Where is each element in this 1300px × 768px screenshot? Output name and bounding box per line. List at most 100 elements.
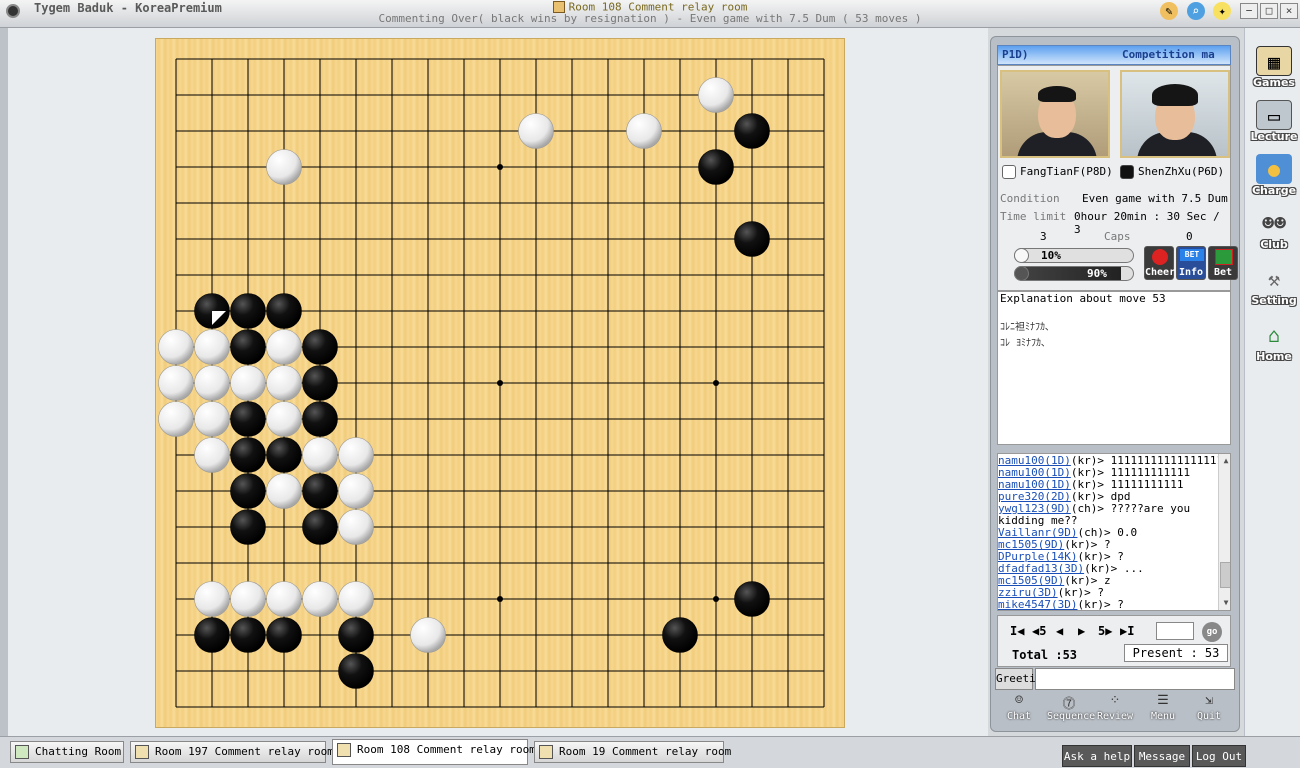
menu-book-icon: ☰ (1157, 693, 1169, 708)
quit-button[interactable]: ⇲ Quit (1187, 693, 1231, 722)
black-stone (230, 401, 266, 437)
black-stone (698, 149, 734, 185)
tab-label: Room 19 Comment relay room (559, 745, 732, 758)
white-stone (266, 329, 302, 365)
white-stone (626, 113, 662, 149)
black-stone (194, 617, 230, 653)
white-stone (698, 77, 734, 113)
review-button[interactable]: ⁘ Review (1093, 693, 1137, 722)
sequence-button[interactable]: ⓻ Sequence (1047, 693, 1095, 722)
sequence-icon: ⓻ (1062, 697, 1076, 712)
white-stone (338, 581, 374, 617)
back-five-button[interactable]: ◀5 (1032, 624, 1046, 638)
black-player-name: ShenZhXu(P6D) (1138, 165, 1225, 178)
tab-room-108[interactable]: Room 108 Comment relay room (332, 739, 536, 765)
ask-help-button[interactable]: Ask a help (1062, 745, 1132, 767)
bottom-toolbar: ☺ Chat ⓻ Sequence ⁘ Review ☰ Menu ⇲ Quit (995, 693, 1237, 727)
sidebar-item-lecture[interactable]: ▭ Lecture (1249, 100, 1299, 143)
black-stone (734, 581, 770, 617)
scroll-thumb[interactable] (1220, 562, 1230, 588)
players-box: FangTianF(P8D) ShenZhXu(P6D) Condition E… (997, 65, 1238, 291)
white-stone (266, 401, 302, 437)
black-stone-icon (1120, 165, 1134, 179)
greeting-button[interactable]: Greeting (995, 668, 1049, 690)
first-move-button[interactable]: I◀ (1010, 624, 1024, 638)
black-stone (266, 617, 302, 653)
previous-move-button[interactable]: ◀ (1056, 624, 1063, 638)
tab-chatting-room[interactable]: Chatting Room (10, 741, 124, 763)
white-stone (194, 329, 230, 365)
caps-white: 3 (1040, 230, 1047, 243)
sidebar-item-home[interactable]: ⌂ Home (1249, 320, 1299, 363)
black-stone (230, 329, 266, 365)
black-stone (734, 113, 770, 149)
chat-button[interactable]: ☺ Chat (997, 693, 1041, 722)
info-button[interactable]: BET Info (1176, 246, 1206, 280)
white-stone (158, 401, 194, 437)
tab-room-197[interactable]: Room 197 Comment relay room (130, 741, 334, 763)
tab-label: Chatting Room (35, 745, 122, 758)
caps-black: 0 (1186, 230, 1193, 243)
win-probability-controls: 10% 90% Cheer BET Info Bet (1000, 246, 1238, 286)
maximize-button[interactable]: □ (1260, 3, 1278, 19)
edit-icon[interactable]: ✎ (1160, 2, 1178, 20)
star-point (497, 380, 503, 386)
house-icon (15, 745, 29, 759)
sidebar-item-charge[interactable]: ● Charge (1249, 154, 1299, 197)
black-stone (662, 617, 698, 653)
go-button[interactable]: go (1202, 622, 1222, 642)
chat-username-link[interactable]: mike4547(3D) (998, 598, 1077, 610)
last-move-button[interactable]: ▶I (1120, 624, 1134, 638)
minimize-button[interactable]: − (1240, 3, 1258, 19)
caps-label: Caps (1104, 230, 1131, 243)
cheer-label: Cheer (1145, 267, 1176, 278)
white-stone (158, 329, 194, 365)
black-stone (266, 293, 302, 329)
chat-text: (kr)> ? (1077, 598, 1124, 611)
tab-room-19[interactable]: Room 19 Comment relay room (534, 741, 731, 763)
scroll-down-icon[interactable]: ▼ (1221, 598, 1230, 608)
black-stone (302, 509, 338, 545)
board-room-icon (135, 745, 149, 759)
black-player-photo (1120, 70, 1230, 158)
black-win-bar: 90% (1014, 266, 1134, 281)
present-move: Present : 53 (1124, 644, 1228, 662)
player-header: P1D) Competition ma (997, 45, 1231, 65)
message-button[interactable]: Message (1134, 745, 1190, 767)
logout-button[interactable]: Log Out (1192, 745, 1246, 767)
white-stone (266, 473, 302, 509)
chat-message: mike4547(3D)(kr)> ? (998, 598, 1124, 611)
black-stone (338, 653, 374, 689)
white-stone (158, 365, 194, 401)
bet-dice-icon (1215, 249, 1233, 265)
lecture-board-icon: ▭ (1256, 100, 1292, 130)
bet-button[interactable]: Bet (1208, 246, 1238, 280)
cheer-button[interactable]: Cheer (1144, 246, 1176, 280)
search-icon[interactable]: ⌕ (1186, 2, 1205, 20)
sidebar-item-club[interactable]: ☻☻ Club (1249, 208, 1299, 251)
move-number-input[interactable] (1156, 622, 1194, 640)
chat-scrollbar[interactable]: ▲ ▼ (1218, 454, 1230, 610)
menu-button[interactable]: ☰ Menu (1141, 693, 1185, 722)
white-win-bar: 10% (1014, 248, 1134, 263)
white-stone (266, 365, 302, 401)
close-button[interactable]: × (1280, 3, 1298, 19)
star-point (713, 380, 719, 386)
forward-five-button[interactable]: 5▶ (1098, 624, 1112, 638)
chat-input[interactable] (1035, 668, 1235, 690)
go-board[interactable] (155, 38, 845, 728)
white-stone (338, 509, 374, 545)
hint-bulb-icon[interactable]: ✦ (1213, 2, 1232, 20)
white-stone (194, 365, 230, 401)
sidebar-item-setting[interactable]: ⚒ Setting (1249, 264, 1299, 307)
board-grid[interactable] (156, 39, 846, 729)
sidebar-label: Charge (1251, 184, 1297, 197)
sidebar-item-games[interactable]: ▦ Games (1249, 46, 1299, 89)
scroll-up-icon[interactable]: ▲ (1221, 456, 1230, 466)
chat-log[interactable]: namu100(1D)(kr)> 11111111111111111 namu10… (997, 453, 1231, 611)
coins-icon: ● (1256, 154, 1292, 184)
board-room-icon (539, 745, 553, 759)
white-player-photo (1000, 70, 1110, 158)
next-move-button[interactable]: ▶ (1078, 624, 1085, 638)
chat-text: (ch)> ?????are you (1070, 502, 1191, 515)
